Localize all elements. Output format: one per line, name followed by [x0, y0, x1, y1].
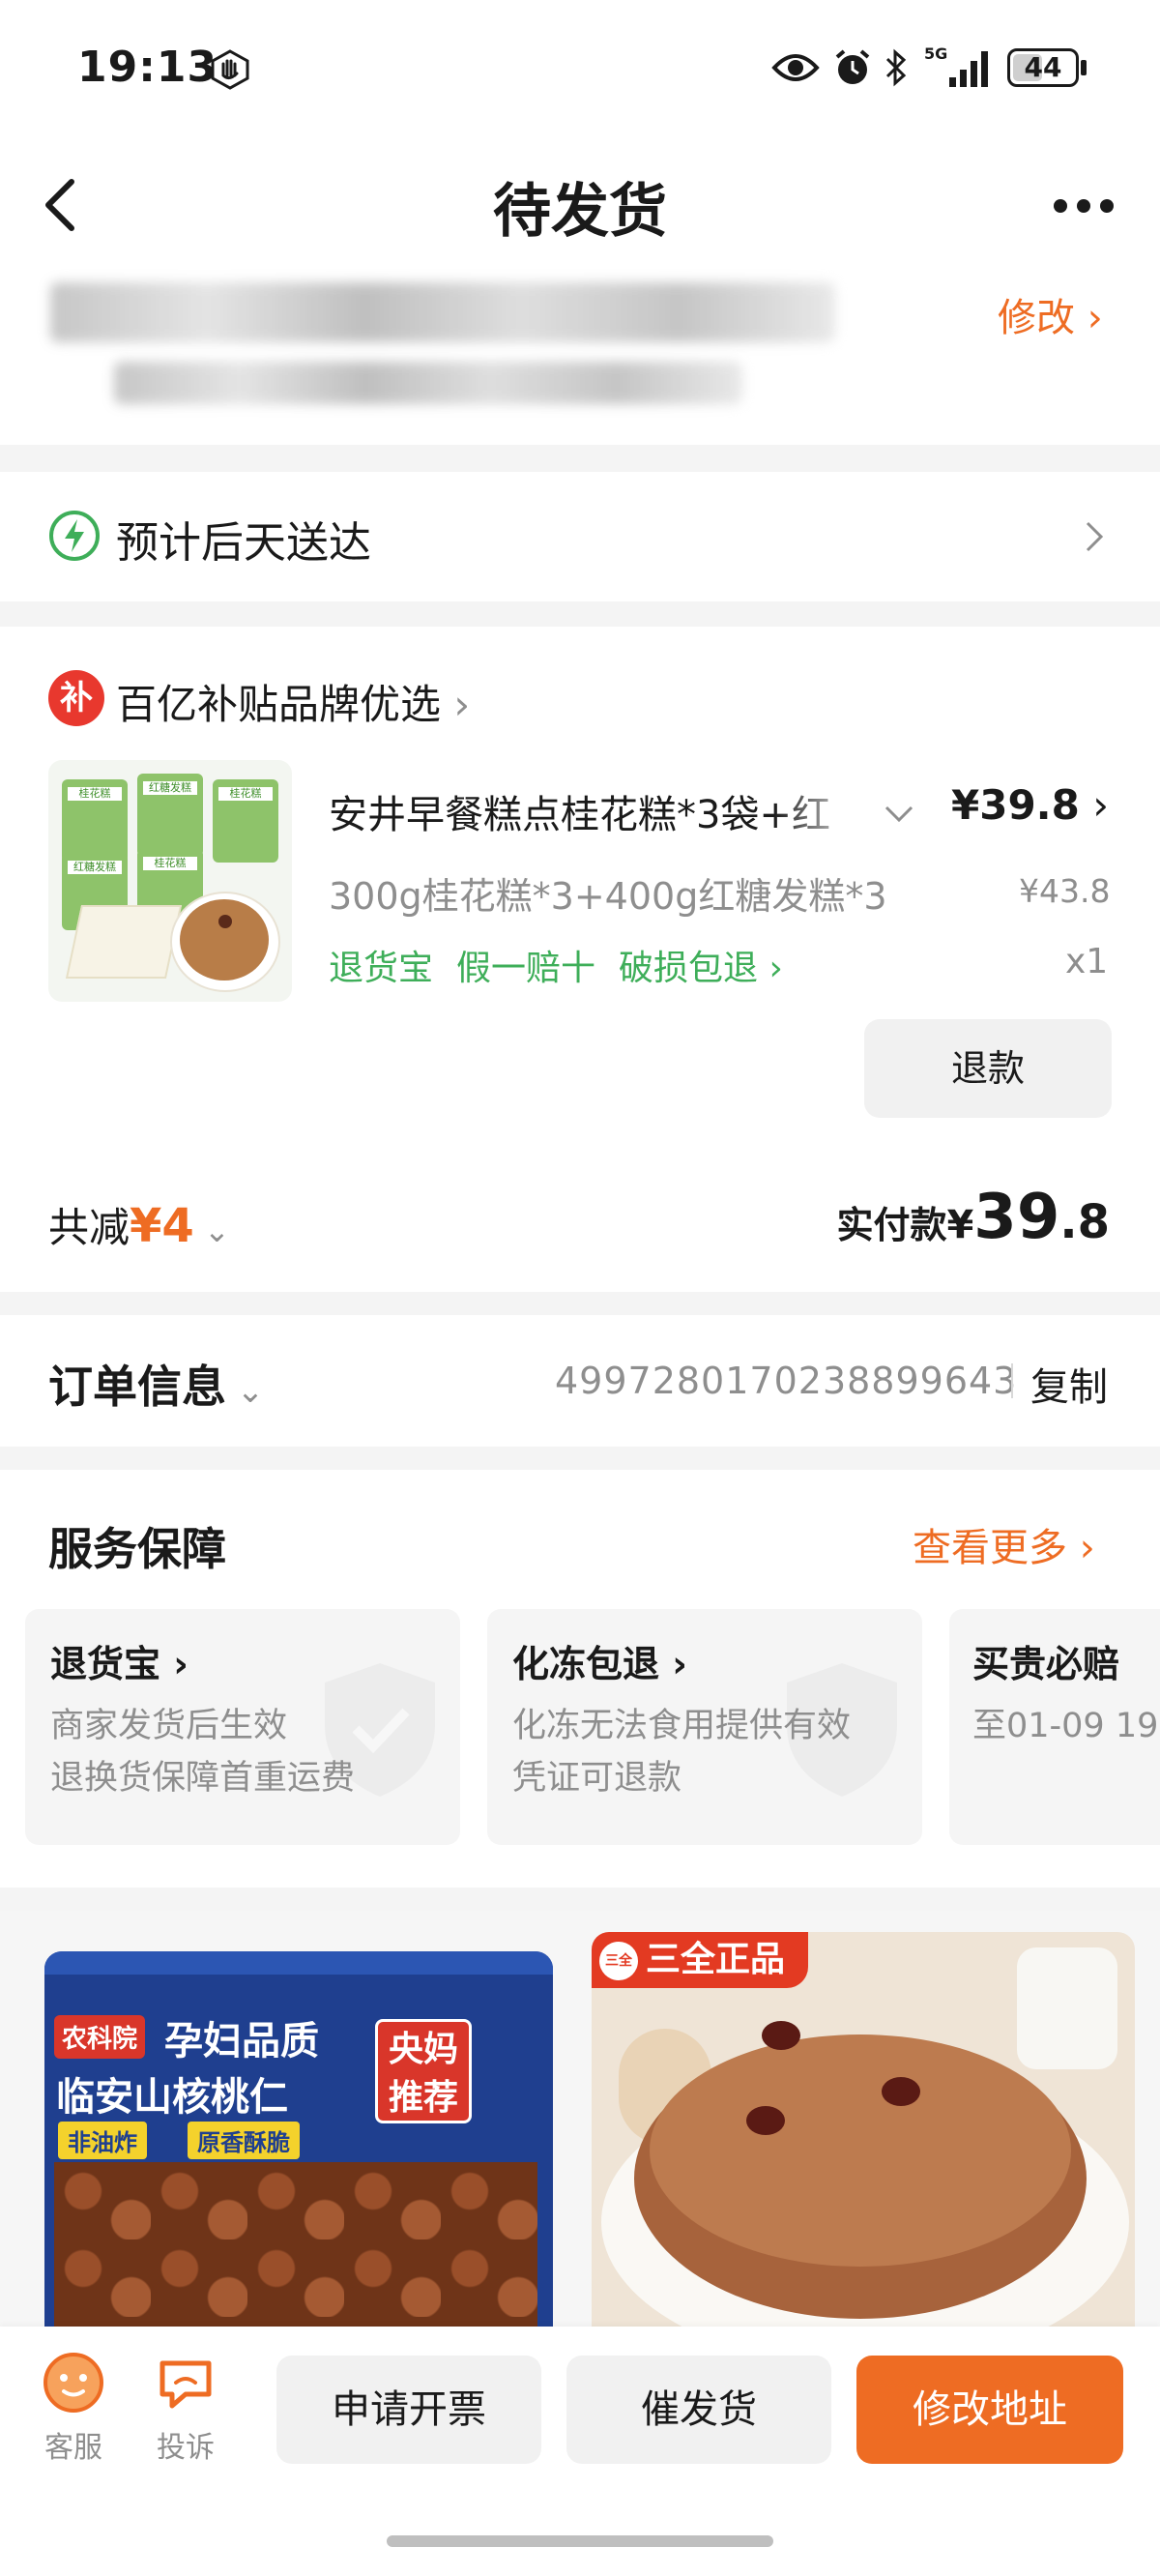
discount-label: 共减	[48, 1204, 130, 1251]
request-invoice-button[interactable]: 申请开票	[276, 2356, 541, 2464]
walnut-line2: 临安山核桃仁	[56, 2075, 288, 2120]
walnut-line1: 孕妇品质	[164, 2019, 319, 2064]
order-info-label: 订单信息	[48, 1361, 226, 1413]
battery-level: 44	[1024, 51, 1062, 83]
quantity: x1	[1065, 942, 1109, 981]
walnut-tag: 非油炸	[58, 2122, 147, 2159]
walnut-badge: 央妈推荐	[375, 2019, 472, 2123]
battery-tip	[1081, 60, 1087, 75]
service-card-title: 买贵必赔	[972, 1643, 1120, 1685]
service-card-line: 商家发货后生效	[50, 1707, 288, 1745]
service-card-title-text: 化冻包退	[512, 1643, 660, 1685]
original-price: ¥43.8	[1019, 872, 1111, 910]
guarantee-tags[interactable]: 退货宝 假一赔十 破损包退 ›	[329, 940, 783, 990]
chevron-down-icon[interactable]	[884, 805, 914, 824]
service-card-price-protect[interactable]: 买贵必赔 至01-09 19	[949, 1609, 1160, 1845]
store-name: 百亿补贴品牌优选	[116, 681, 442, 728]
copy-order-button[interactable]: 复制	[1030, 1356, 1108, 1412]
edit-address-label: 修改	[998, 296, 1075, 340]
refund-button[interactable]: 退款	[864, 1019, 1112, 1118]
signal-icon	[949, 51, 988, 87]
chevron-down-icon: ⌄	[193, 1213, 230, 1249]
chevron-right-icon: ›	[441, 681, 471, 728]
package-label: 桂花糕	[218, 787, 273, 801]
subsidy-badge: 补	[48, 670, 104, 726]
service-card-thaw[interactable]: 化冻包退 › 化冻无法食用提供有效 凭证可退款	[487, 1609, 922, 1845]
package-label: 红糖发糕	[68, 861, 122, 874]
lightning-icon	[49, 511, 100, 561]
walnut-brand-tag: 农科院	[54, 2015, 146, 2059]
paid-decimal: .8	[1059, 1195, 1110, 1249]
paid-integer: 39	[973, 1182, 1060, 1253]
chevron-right-icon	[1086, 521, 1104, 552]
guarantee-tag: 假一赔十	[456, 949, 596, 988]
paid-label: 实付款	[836, 1204, 947, 1246]
package-label: 桂花糕	[68, 787, 122, 801]
service-card-title: 化冻包退 ›	[512, 1643, 687, 1685]
delivery-text: 预计后天送达	[116, 518, 371, 568]
discount-value: ¥4	[130, 1199, 194, 1253]
product-title[interactable]: 安井早餐糕点桂花糕*3袋+红	[329, 783, 870, 839]
address-line-blurred	[50, 282, 835, 342]
cake-label-text: 三全正品	[646, 1940, 786, 1979]
product-image[interactable]: 桂花糕 红糖发糕 桂花糕 红糖发糕 桂花糕	[48, 760, 292, 1002]
product-spec: 300g桂花糕*3+400g红糖发糕*3	[329, 875, 887, 918]
product-price: ¥39.8	[951, 781, 1080, 829]
paid-amount: 实付款¥39.8	[836, 1182, 1110, 1253]
store-name-link[interactable]: 百亿补贴品牌优选 ›	[116, 672, 470, 731]
service-card-title: 退货宝 ›	[50, 1643, 188, 1685]
home-indicator[interactable]	[387, 2535, 773, 2547]
service-title: 服务保障	[48, 1523, 226, 1575]
recommend-product-walnut[interactable]: 农科院 孕妇品质 临安山核桃仁 非油炸 原香酥脆 央妈推荐	[44, 1951, 553, 2328]
order-number: 4997280170238899643	[555, 1360, 1018, 1402]
guarantee-tag: 破损包退	[619, 949, 759, 988]
complaint-icon[interactable]	[157, 2356, 215, 2414]
customer-service-label[interactable]: 客服	[43, 2423, 104, 2466]
view-more-link[interactable]: 查看更多 ›	[913, 1516, 1095, 1572]
status-bar: 19:13 5G 44	[0, 0, 1160, 145]
paid-currency: ¥	[946, 1203, 974, 1247]
discount-summary[interactable]: 共减¥4 ⌄	[48, 1195, 230, 1254]
sanquan-logo: 三全	[599, 1942, 638, 1980]
package-label: 红糖发糕	[143, 781, 197, 795]
status-time: 19:13	[77, 43, 218, 92]
chevron-right-icon: ›	[1067, 1526, 1095, 1570]
chevron-down-icon: ⌄	[226, 1372, 265, 1411]
network-type: 5G	[924, 44, 948, 63]
chevron-right-icon: ›	[1079, 781, 1110, 829]
hand-icon	[211, 49, 249, 90]
chevron-right-icon: ›	[1075, 296, 1103, 340]
divider	[1011, 1363, 1013, 1398]
urge-shipping-button[interactable]: 催发货	[566, 2356, 831, 2464]
battery-icon: 44	[1007, 48, 1079, 87]
service-card-return[interactable]: 退货宝 › 商家发货后生效 退换货保障首重运费	[25, 1609, 460, 1845]
walnut-tag: 原香酥脆	[188, 2122, 300, 2159]
alarm-icon	[835, 49, 870, 84]
eye-icon	[771, 54, 820, 81]
more-icon[interactable]	[1052, 193, 1116, 219]
package-label: 桂花糕	[143, 857, 197, 870]
page-title: 待发货	[493, 178, 667, 246]
recommend-product-cake[interactable]: 三全 三全正品	[592, 1932, 1135, 2328]
guarantee-tag: 退货宝	[329, 949, 434, 988]
view-more-label: 查看更多	[913, 1526, 1067, 1570]
chevron-right-icon: ›	[758, 949, 783, 988]
cake-label: 三全 三全正品	[592, 1932, 809, 1988]
service-card-line: 化冻无法食用提供有效	[512, 1707, 852, 1745]
complaint-label[interactable]: 投诉	[153, 2423, 218, 2466]
bluetooth-icon	[885, 48, 907, 87]
modify-address-button[interactable]: 修改地址	[856, 2356, 1123, 2464]
service-card-title-text: 退货宝	[50, 1643, 161, 1685]
price-link[interactable]: ¥39.8 ›	[951, 781, 1109, 829]
service-card-line: 至01-09 19	[972, 1707, 1159, 1745]
service-card-line: 凭证可退款	[512, 1759, 682, 1798]
edit-address-link[interactable]: 修改 ›	[998, 286, 1103, 342]
order-info-toggle[interactable]: 订单信息 ⌄	[48, 1352, 264, 1416]
service-card-line: 退换货保障首重运费	[50, 1759, 356, 1798]
customer-service-icon[interactable]	[43, 2352, 104, 2414]
contact-line-blurred	[114, 362, 742, 404]
